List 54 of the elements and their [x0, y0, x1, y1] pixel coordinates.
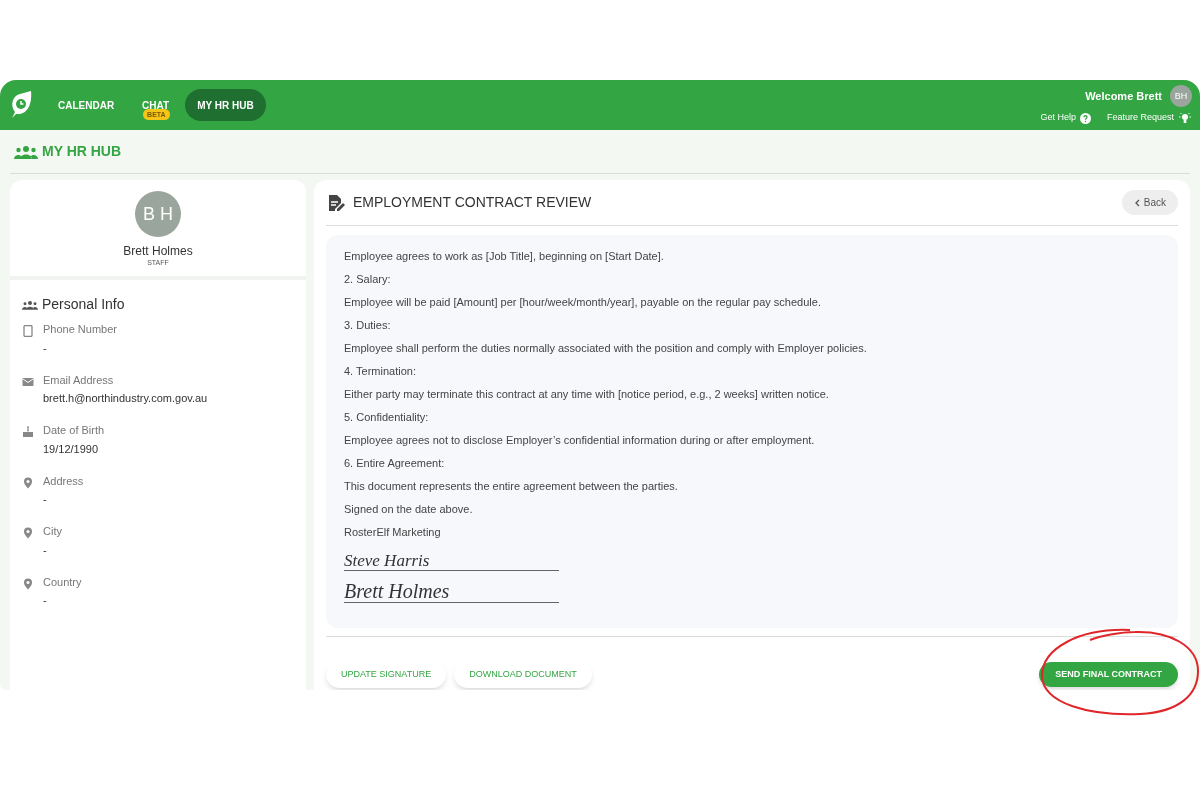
field-label: Email Address — [43, 373, 115, 388]
lightbulb-icon — [1178, 112, 1192, 124]
get-help-link[interactable]: Get Help — [1040, 111, 1091, 125]
field-label: Address — [43, 474, 84, 489]
section-title: Personal Info — [42, 295, 125, 314]
location-pin-icon — [22, 527, 34, 539]
field-value: - — [43, 493, 48, 507]
contract-text: 2. Salary: — [344, 272, 392, 287]
location-pin-icon — [22, 577, 34, 590]
envelope-icon — [22, 375, 34, 388]
panel-title: EMPLOYMENT CONTRACT REVIEW — [353, 193, 592, 212]
feature-request-link[interactable]: Feature Request — [1106, 111, 1192, 125]
signature: Steve Harris — [344, 552, 559, 571]
people-icon — [22, 299, 38, 310]
field-label: City — [43, 525, 62, 539]
contract-text: RosterElf Marketing — [344, 525, 442, 540]
help-icon — [1079, 112, 1091, 124]
secondary-button[interactable]: DOWNLOAD DOCUMENT — [454, 661, 592, 688]
people-icon — [14, 144, 38, 159]
contract-text: 6. Entire Agreement: — [344, 456, 446, 471]
contract-text: Employee agrees not to disclose Employer’s confidential information during or after employment. — [344, 433, 816, 448]
contract-text: 3. Duties: — [344, 318, 392, 333]
page-title: MY HR HUB — [42, 142, 122, 161]
field-value: - — [43, 594, 48, 608]
nav-tab[interactable]: MY HR HUB — [185, 89, 266, 121]
send-final-contract-button[interactable]: SEND FINAL CONTRACT — [1039, 662, 1178, 687]
field-label: Phone Number — [43, 323, 117, 337]
contract-text: Employee shall perform the duties normally associated with the position and comply with Employer policies. — [344, 341, 868, 356]
contract-text: Signed on the date above. — [344, 502, 474, 517]
contract-text: This document represents the entire agreement between the parties. — [344, 479, 679, 494]
nav-tab[interactable]: CALENDAR — [46, 89, 127, 121]
contract-text: 4. Termination: — [344, 364, 417, 379]
back-button[interactable]: Back — [1121, 190, 1178, 215]
signature: Brett Holmes — [344, 581, 559, 603]
secondary-button[interactable]: UPDATE SIGNATURE — [326, 661, 447, 688]
contract-text: Either party may terminate this contract at any time with [notice period, e.g., 2 weeks] written notice. — [344, 387, 830, 402]
field-value: brett.h@northindustry.com.gov.au — [43, 392, 208, 406]
user-avatar[interactable]: BH — [1170, 85, 1192, 108]
document-edit-icon — [328, 193, 345, 212]
contract-text: Employee agrees to work as [Job Title], beginning on [Start Date]. — [344, 249, 665, 264]
field-label: Country — [43, 575, 82, 590]
profile-avatar: B H — [135, 191, 181, 237]
profile-name: Brett Holmes — [123, 245, 193, 257]
field-label: Date of Birth — [43, 424, 105, 438]
phone-icon — [22, 325, 34, 337]
contract-text: 5. Confidentiality: — [344, 410, 430, 425]
field-value: - — [43, 543, 48, 558]
chevron-left-icon — [1133, 198, 1140, 207]
field-value: - — [43, 341, 48, 356]
welcome-text: Welcome Brett — [1085, 89, 1162, 104]
cake-icon — [22, 426, 34, 438]
contract-text: Employee will be paid [Amount] per [hour/week/month/year], payable on the regular pay schedule. — [344, 295, 822, 310]
location-pin-icon — [22, 476, 34, 489]
field-value: 19/12/1990 — [43, 442, 100, 457]
